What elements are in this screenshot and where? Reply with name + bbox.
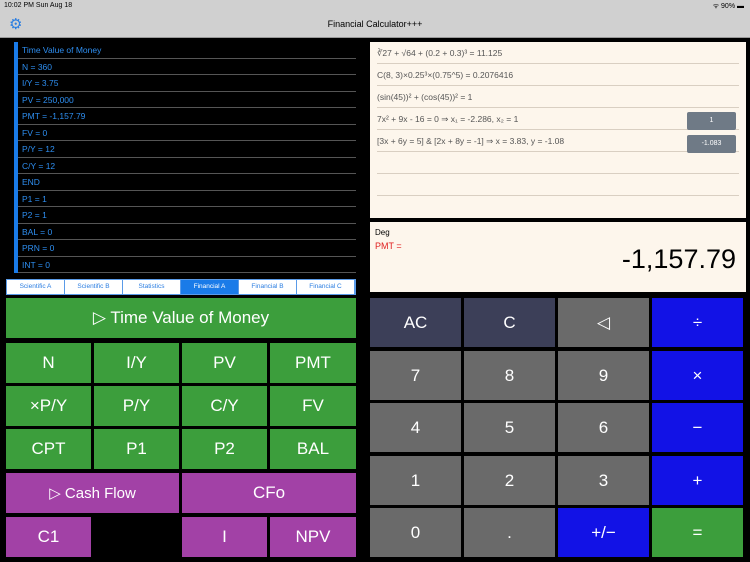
nav-bar: ⚙ Financial Calculator+++ — [0, 12, 750, 38]
tvm-button[interactable]: ▷ Time Value of Money — [6, 298, 356, 338]
list-item[interactable]: C/Y = 12 — [18, 158, 356, 174]
list-item[interactable]: I/Y = 3.75 — [18, 75, 356, 92]
list-item[interactable]: Time Value of Money — [18, 42, 356, 59]
tvm-variable-list: Time Value of Money N = 360 I/Y = 3.75 PV =… — [14, 42, 356, 273]
tab-financial-a[interactable]: Financial A — [181, 280, 239, 294]
key-xpy[interactable]: ×P/Y — [6, 386, 91, 426]
key-p1[interactable]: P1 — [94, 429, 179, 469]
history-empty-row — [377, 152, 739, 174]
list-item[interactable]: P1 = 1 — [18, 191, 356, 207]
key-k2[interactable]: 2 — [464, 456, 555, 505]
display-value: -1,157.79 — [621, 244, 736, 274]
key-p2[interactable]: P2 — [182, 429, 267, 469]
key-k9[interactable]: 9 — [558, 351, 649, 400]
key-pmt[interactable]: PMT — [270, 343, 356, 383]
tab-financial-b[interactable]: Financial B — [239, 280, 297, 294]
status-bar: 10:02 PM Sun Aug 18 ᯤ 90% ▬ — [0, 0, 750, 12]
key-bal[interactable]: BAL — [270, 429, 356, 469]
list-item[interactable]: P/Y = 12 — [18, 141, 356, 158]
key-mul[interactable]: × — [652, 351, 743, 400]
key-cfo[interactable]: CFo — [182, 473, 356, 513]
key-k4[interactable]: 4 — [370, 403, 461, 452]
display: Deg PMT = -1,157.79 — [370, 222, 746, 292]
key-sub[interactable]: − — [652, 403, 743, 452]
history-entry[interactable]: C(8, 3)×0.25³×(0.75^5) = 0.2076416 — [377, 64, 739, 86]
key-k5[interactable]: 5 — [464, 403, 555, 452]
key-fv[interactable]: FV — [270, 386, 356, 426]
history-empty-row — [377, 174, 739, 196]
key-k1[interactable]: 1 — [370, 456, 461, 505]
tab-scientific-b[interactable]: Scientific B — [65, 280, 123, 294]
tab-financial-c[interactable]: Financial C — [297, 280, 355, 294]
key-cy[interactable]: C/Y — [182, 386, 267, 426]
history-panel: ∛27 + √64 + (0.2 + 0.3)³ = 11.125 C(8, 3… — [370, 42, 746, 218]
key-neg[interactable]: +/− — [558, 508, 649, 557]
key-n[interactable]: N — [6, 343, 91, 383]
key-dot[interactable]: . — [464, 508, 555, 557]
key-eq[interactable]: = — [652, 508, 743, 557]
key-div[interactable]: ÷ — [652, 298, 743, 347]
list-item[interactable]: FV = 0 — [18, 125, 356, 141]
tab-scientific-a[interactable]: Scientific A — [7, 280, 65, 294]
battery-level: 90% — [721, 3, 736, 10]
display-label: PMT = — [375, 241, 402, 251]
angle-mode: Deg — [375, 228, 390, 237]
key-back[interactable]: ◁ — [558, 298, 649, 347]
battery-indicator: ᯤ 90% ▬ — [712, 3, 744, 10]
list-item[interactable]: PRN = 0 — [18, 240, 356, 257]
key-k6[interactable]: 6 — [558, 403, 649, 452]
list-item[interactable]: PMT = -1,157.79 — [18, 108, 356, 125]
key-add[interactable]: + — [652, 456, 743, 505]
key-py[interactable]: P/Y — [94, 386, 179, 426]
app-title: Financial Calculator+++ — [327, 19, 423, 29]
mode-tabs: Scientific A Scientific B Statistics Financ… — [6, 279, 356, 295]
history-entry[interactable]: [3x + 6y = 5] & [2x + 8y = -1] ⇒ x = 3.8… — [377, 130, 739, 152]
key-c1[interactable]: C1 — [6, 517, 91, 557]
key-pv[interactable]: PV — [182, 343, 267, 383]
list-item[interactable]: END — [18, 174, 356, 191]
key-k7[interactable]: 7 — [370, 351, 461, 400]
key-iy[interactable]: I/Y — [94, 343, 179, 383]
list-item[interactable]: PV = 250,000 — [18, 92, 356, 108]
list-item[interactable]: BAL = 0 — [18, 224, 356, 240]
key-k3[interactable]: 3 — [558, 456, 649, 505]
key-ac[interactable]: AC — [370, 298, 461, 347]
key-c[interactable]: C — [464, 298, 555, 347]
status-time: 10:02 PM Sun Aug 18 — [4, 2, 73, 9]
history-entry[interactable]: 7x² + 9x - 16 = 0 ⇒ x₁ = -2.286, x₂ = 1 — [377, 108, 739, 130]
key-i[interactable]: I — [182, 517, 267, 557]
tab-statistics[interactable]: Statistics — [123, 280, 181, 294]
cash-flow-button[interactable]: ▷ Cash Flow — [6, 473, 179, 513]
history-result-button[interactable]: 1 — [687, 112, 736, 130]
history-result-button[interactable]: -1.083 — [687, 135, 736, 153]
list-item[interactable]: N = 360 — [18, 59, 356, 75]
list-item[interactable]: P2 = 1 — [18, 207, 356, 224]
history-entry[interactable]: ∛27 + √64 + (0.2 + 0.3)³ = 11.125 — [377, 42, 739, 64]
history-entry[interactable]: (sin(45))² + (cos(45))² = 1 — [377, 86, 739, 108]
key-k8[interactable]: 8 — [464, 351, 555, 400]
key-k0[interactable]: 0 — [370, 508, 461, 557]
key-npv[interactable]: NPV — [270, 517, 356, 557]
key-cpt[interactable]: CPT — [6, 429, 91, 469]
list-item[interactable]: INT = 0 — [18, 257, 356, 273]
